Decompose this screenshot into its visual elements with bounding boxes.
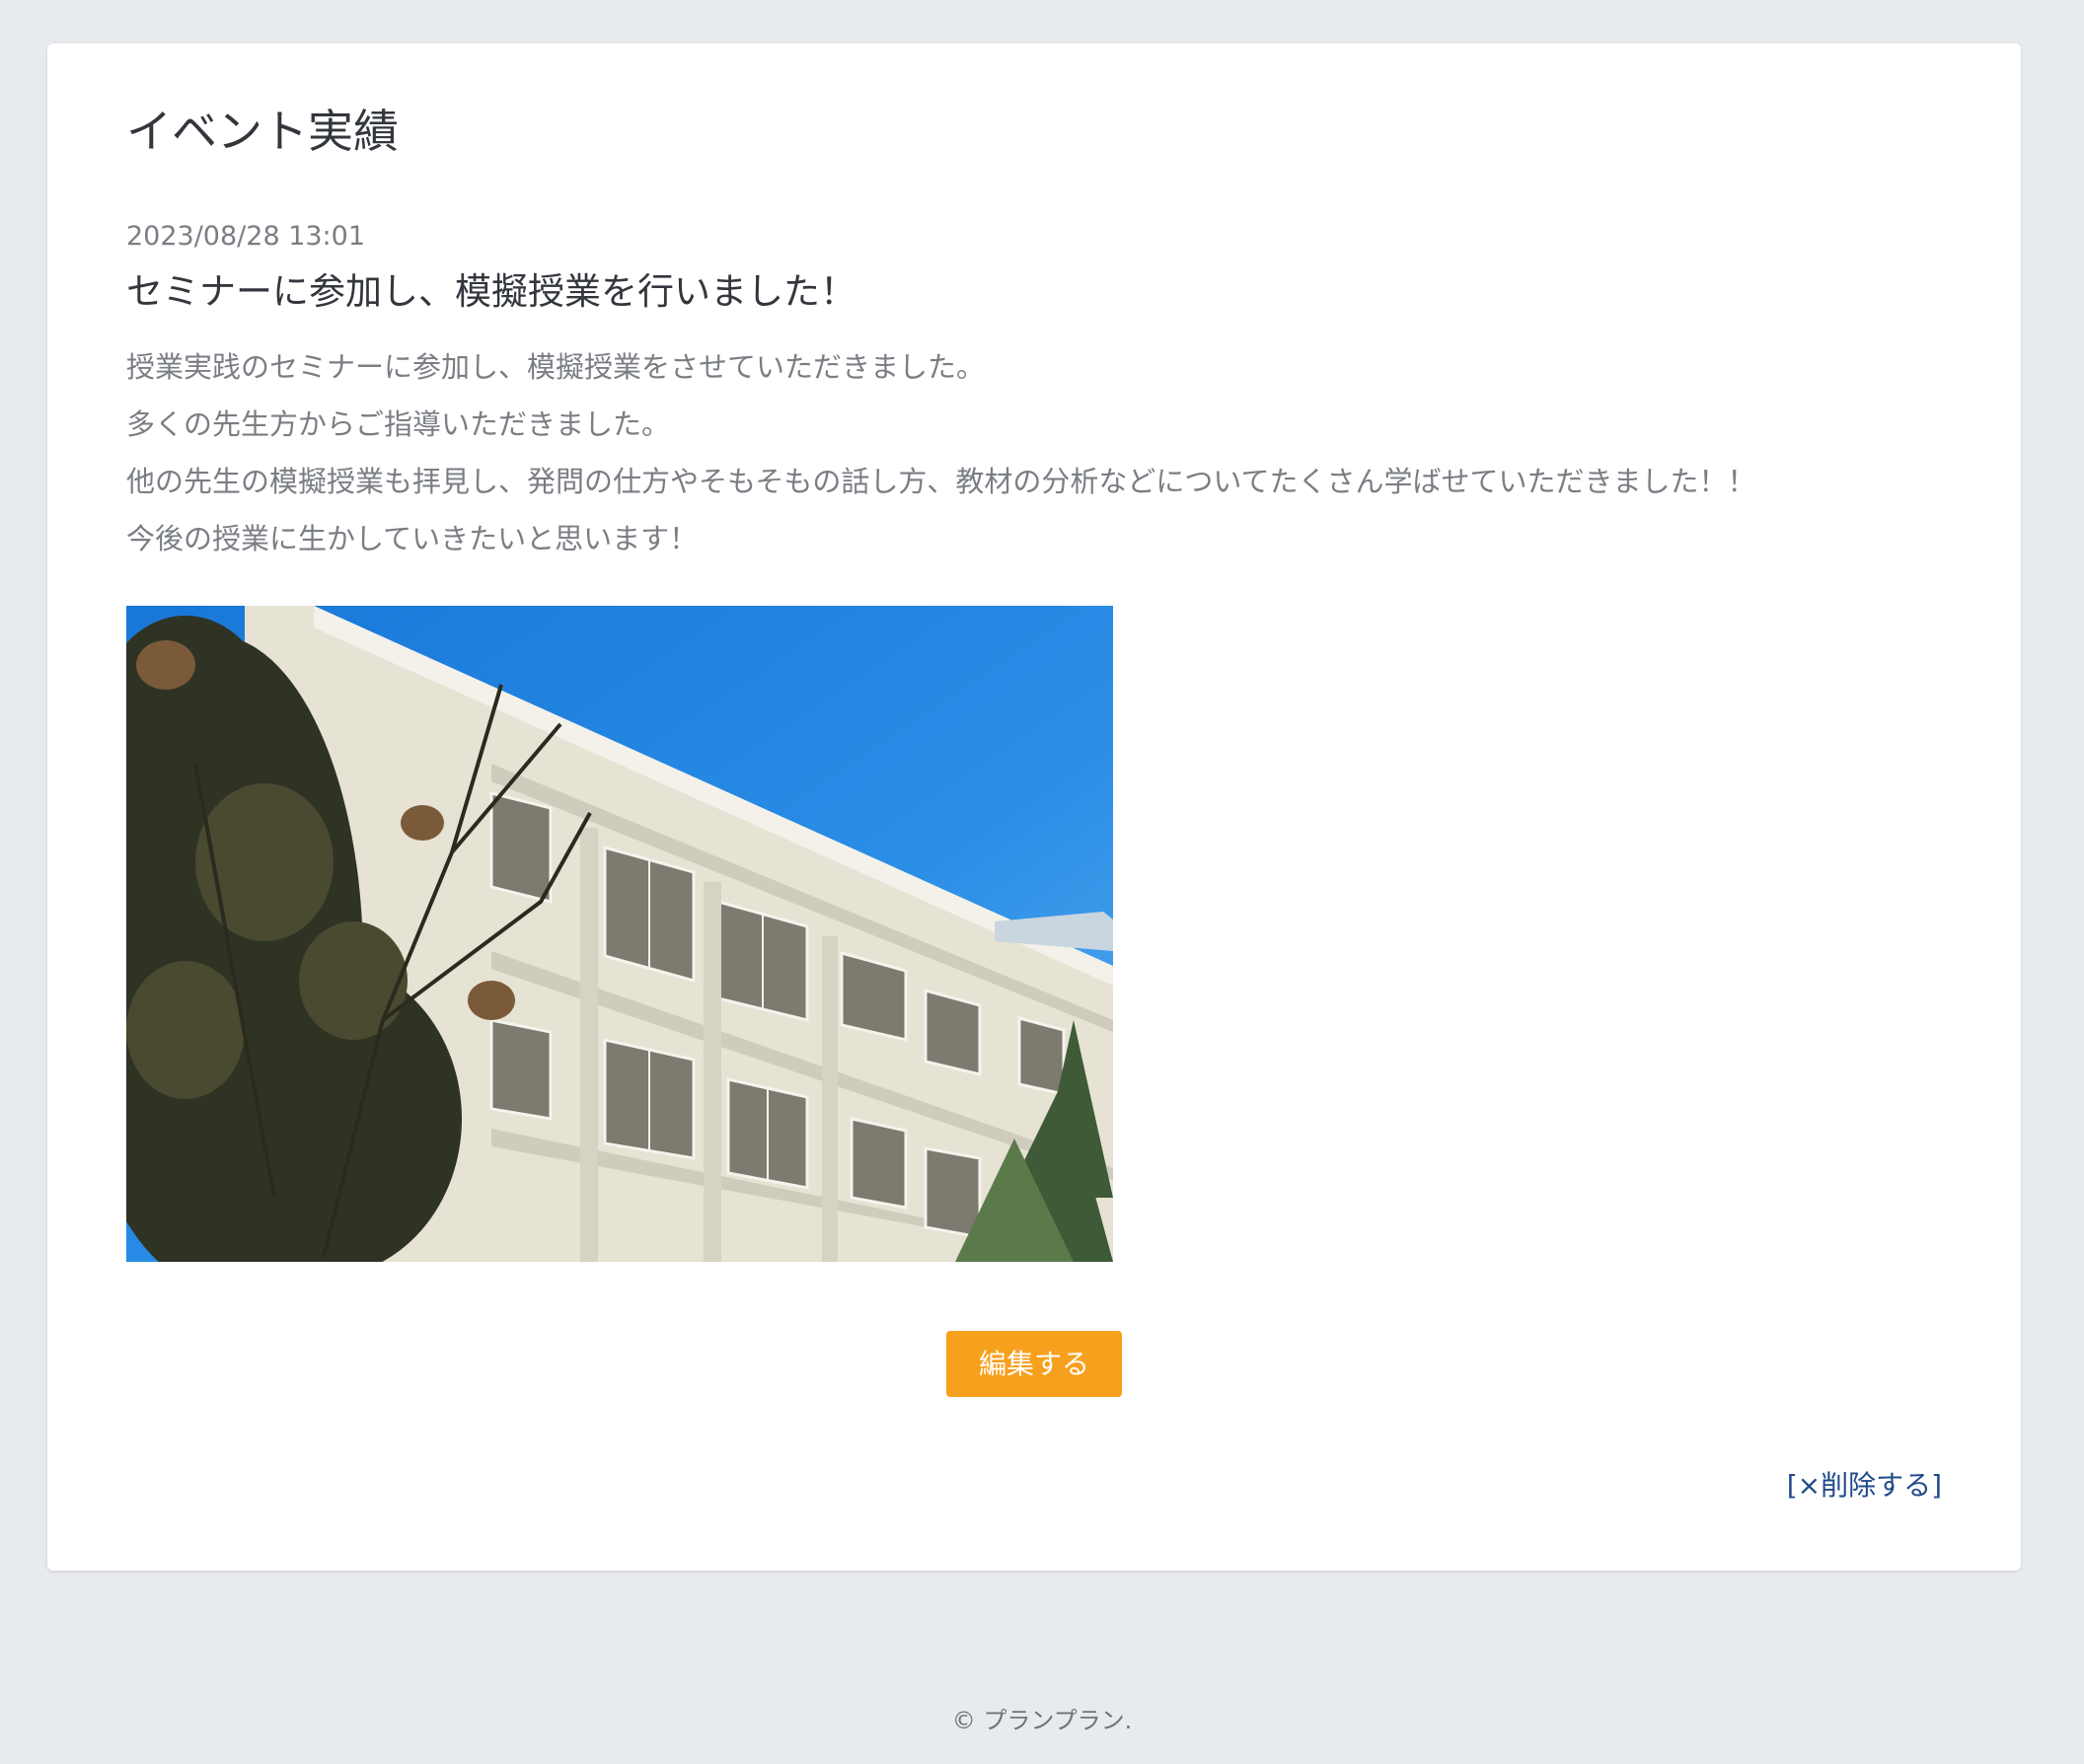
post-body-line: 今後の授業に生かしていきたいと思います！: [126, 522, 699, 555]
school-building-photo: [126, 606, 1113, 1262]
footer-copyright: © プランプラン.: [951, 1707, 1133, 1734]
post-body-line: 多くの先生方からご指導いただきました。: [126, 407, 671, 441]
page-title: イベント実績: [126, 105, 399, 158]
post-body-line: 他の先生の模擬授業も拝見し、発問の仕方やそもそもの話し方、教材の分析などについて…: [126, 465, 1756, 498]
post-title: セミナーに参加し、模擬授業を行いました！: [126, 270, 856, 313]
delete-link[interactable]: [×削除する]: [1787, 1469, 1942, 1503]
post-body: 授業実践のセミナーに参加し、模擬授業をさせていただきました。 多くの先生方からご…: [126, 347, 1902, 576]
post-date: 2023/08/28 13:01: [126, 221, 366, 252]
edit-button[interactable]: 編集する: [946, 1331, 1122, 1397]
post-body-line: 授業実践のセミナーに参加し、模擬授業をさせていただきました。: [126, 350, 986, 384]
event-card: イベント実績 2023/08/28 13:01 セミナーに参加し、模擬授業を行い…: [47, 43, 2021, 1571]
